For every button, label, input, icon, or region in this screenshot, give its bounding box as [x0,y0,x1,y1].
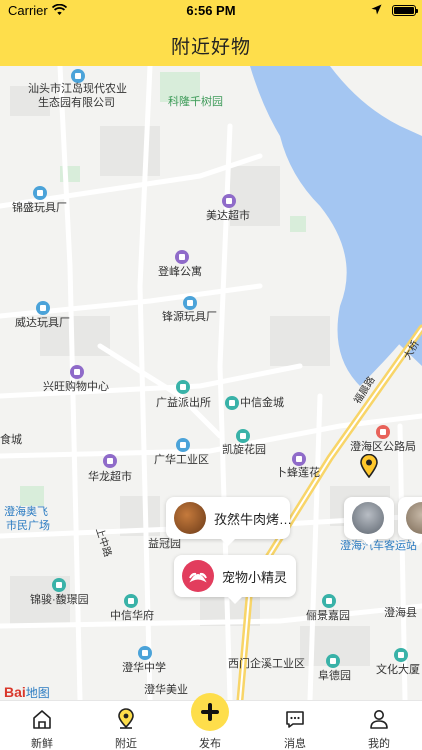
tab-label: 发布 [199,738,221,750]
user-thumbnail [352,502,384,534]
residence-icon [52,578,66,592]
map-logo-suffix: 地图 [25,686,50,700]
residence-icon [326,654,340,668]
poi-label: 广益派出所 [156,397,211,409]
poi-label: 中信金城 [240,397,284,409]
garden-icon [236,429,250,443]
building-icon [225,396,239,410]
factory-icon [183,296,197,310]
poi-label: 锋源玩具厂 [162,311,217,323]
profile-icon [370,710,388,729]
poi-label: 澄海区公路局 [350,441,416,453]
residence-icon [124,594,138,608]
status-time: 6:56 PM [186,3,236,18]
tab-profile[interactable]: 我的 [337,701,421,750]
poi-label: 澄海县 [384,607,417,619]
poi-label: 锦骏·馥璟园 [30,594,89,606]
plus-icon[interactable] [191,693,229,731]
police-icon [176,380,190,394]
poi-label: 西门企溪工业区 [228,658,305,670]
baidu-map-logo: Bai地图 [4,684,50,700]
map-logo-brand: Bai [4,684,26,700]
pet-avatar-icon [182,560,214,592]
poi-label: 凯旋花园 [222,444,266,456]
user-thumbnail [406,502,422,534]
poi-label: 俪景嘉园 [306,610,350,622]
supermarket-icon [103,454,117,468]
poi-label: 市民广场 [6,520,50,532]
tab-messages[interactable]: 消息 [253,701,337,750]
product-title: 孜然牛肉烤… [214,511,293,527]
app-header: Carrier 6:56 PM 附近好物 [0,0,422,66]
poi-label: 益冠园 [148,538,181,550]
nearby-map[interactable]: 汕头市江岛现代农业 生态园有限公司 科隆千树园 锦盛玩具厂 美达超市 登峰公寓 … [0,66,422,700]
shop-icon [222,194,236,208]
home-icon [33,710,51,729]
poi-label: 阜德园 [318,670,351,682]
tab-label: 新鲜 [31,738,53,750]
product-bubble-beef[interactable]: 孜然牛肉烤… [166,497,293,546]
poi-label: 文化大厦 [376,664,420,676]
poi-label: 汕头市江岛现代农业 [28,83,127,95]
poi-label: 生态园有限公司 [38,97,115,109]
school-icon [138,646,152,660]
product-thumbnail [174,502,206,534]
farm-icon [71,69,85,83]
product-bubble-pet[interactable]: 宠物小精灵 [174,555,296,604]
poi-label: 美达超市 [206,210,250,222]
poi-label: 兴旺购物中心 [43,381,109,393]
product-title: 宠物小精灵 [222,569,288,585]
industrial-icon [176,438,190,452]
poi-label: 科隆千树园 [168,96,223,108]
poi-label: 食城 [0,434,22,446]
user-bubble[interactable]: 王 [398,497,422,546]
apartment-icon [175,250,189,264]
location-arrow-icon [371,4,382,15]
poi-label: 登峰公寓 [158,266,202,278]
building-icon [394,648,408,662]
poi-label: 华龙超市 [88,471,132,483]
battery-icon [392,5,418,16]
poi-label: 威达玩具厂 [15,317,70,329]
tab-nearby[interactable]: 附近 [84,701,168,750]
tab-label: 附近 [115,738,137,750]
location-pin-marker[interactable] [360,454,378,478]
tab-bar: 新鲜 附近 发布 消息 我的 [0,693,422,750]
mall-icon [70,365,84,379]
tab-label: 消息 [284,738,306,750]
status-bar: Carrier 6:56 PM [0,0,422,22]
poi-label: 中信华府 [110,610,154,622]
factory-icon [36,301,50,315]
message-icon [286,711,304,728]
poi-label: 澄海奥飞 [4,506,48,518]
poi-label: 卜蜂莲花 [276,467,320,479]
poi-label: 锦盛玩具厂 [12,202,67,214]
poi-label: 澄海汽车客运站 [340,540,417,552]
tab-fresh[interactable]: 新鲜 [0,701,84,750]
user-bubble[interactable] [344,497,394,546]
tab-publish[interactable]: 发布 [168,693,252,750]
factory-icon [33,186,47,200]
tab-label: 我的 [368,738,390,750]
page-title: 附近好物 [170,37,251,58]
supermarket-icon [292,452,306,466]
government-icon [376,425,390,439]
poi-label: 澄华中学 [122,662,166,674]
location-pin-icon [118,708,134,729]
poi-label: 广华工业区 [154,454,209,466]
residence-icon [322,594,336,608]
poi-label: 澄华美业 [144,684,188,696]
